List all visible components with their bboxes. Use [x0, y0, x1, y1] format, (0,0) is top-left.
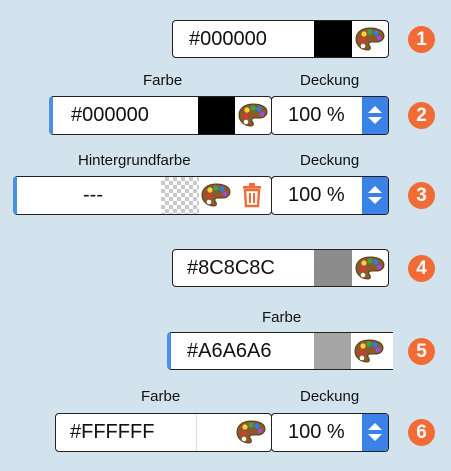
- badge-4: 4: [408, 255, 435, 282]
- badge-6: 6: [408, 419, 435, 446]
- badge-3: 3: [408, 182, 435, 209]
- label-color: Farbe: [141, 388, 181, 405]
- trash-icon[interactable]: [240, 182, 264, 208]
- hex-value[interactable]: #A6A6A6: [187, 333, 272, 369]
- background-color-field[interactable]: ---: [13, 176, 272, 215]
- color-field-1[interactable]: #000000: [172, 20, 389, 58]
- label-color: Farbe: [143, 72, 183, 89]
- opacity-value[interactable]: 100 %: [288, 97, 345, 133]
- hex-value[interactable]: ---: [83, 177, 103, 213]
- opacity-stepper[interactable]: [362, 414, 388, 451]
- color-swatch[interactable]: [314, 21, 352, 57]
- opacity-value[interactable]: 100 %: [288, 414, 345, 450]
- label-color: Farbe: [262, 309, 302, 326]
- palette-icon[interactable]: [236, 420, 266, 444]
- color-swatch[interactable]: [196, 414, 235, 451]
- color-field-4[interactable]: #8C8C8C: [172, 249, 389, 287]
- hex-value[interactable]: #8C8C8C: [187, 250, 275, 286]
- opacity-stepper[interactable]: [362, 97, 388, 134]
- badge-1: 1: [408, 26, 435, 53]
- color-field-5[interactable]: #A6A6A6: [167, 332, 393, 370]
- palette-icon[interactable]: [201, 183, 231, 207]
- badge-5: 5: [408, 338, 435, 365]
- palette-icon[interactable]: [238, 103, 268, 127]
- palette-icon[interactable]: [354, 339, 384, 363]
- opacity-field-3[interactable]: 100 %: [271, 176, 389, 215]
- badge-2: 2: [408, 102, 435, 129]
- hex-value[interactable]: #FFFFFF: [70, 414, 154, 450]
- palette-icon[interactable]: [355, 27, 385, 51]
- color-swatch[interactable]: [198, 97, 235, 134]
- hex-value[interactable]: #000000: [71, 97, 149, 133]
- palette-icon[interactable]: [355, 256, 385, 280]
- color-swatch[interactable]: [314, 333, 351, 369]
- transparent-swatch[interactable]: [161, 177, 199, 214]
- label-opacity: Deckung: [300, 152, 360, 169]
- hex-value[interactable]: #000000: [189, 21, 267, 57]
- opacity-field-6[interactable]: 100 %: [271, 413, 389, 452]
- color-field-2[interactable]: #000000: [49, 96, 272, 135]
- label-opacity: Deckung: [300, 388, 360, 405]
- color-swatch[interactable]: [314, 250, 352, 286]
- opacity-field-2[interactable]: 100 %: [271, 96, 389, 135]
- opacity-stepper[interactable]: [362, 177, 388, 214]
- label-opacity: Deckung: [300, 72, 360, 89]
- opacity-value[interactable]: 100 %: [288, 177, 345, 213]
- color-field-6[interactable]: #FFFFFF: [55, 413, 272, 452]
- label-background-color: Hintergrundfarbe: [78, 152, 191, 169]
